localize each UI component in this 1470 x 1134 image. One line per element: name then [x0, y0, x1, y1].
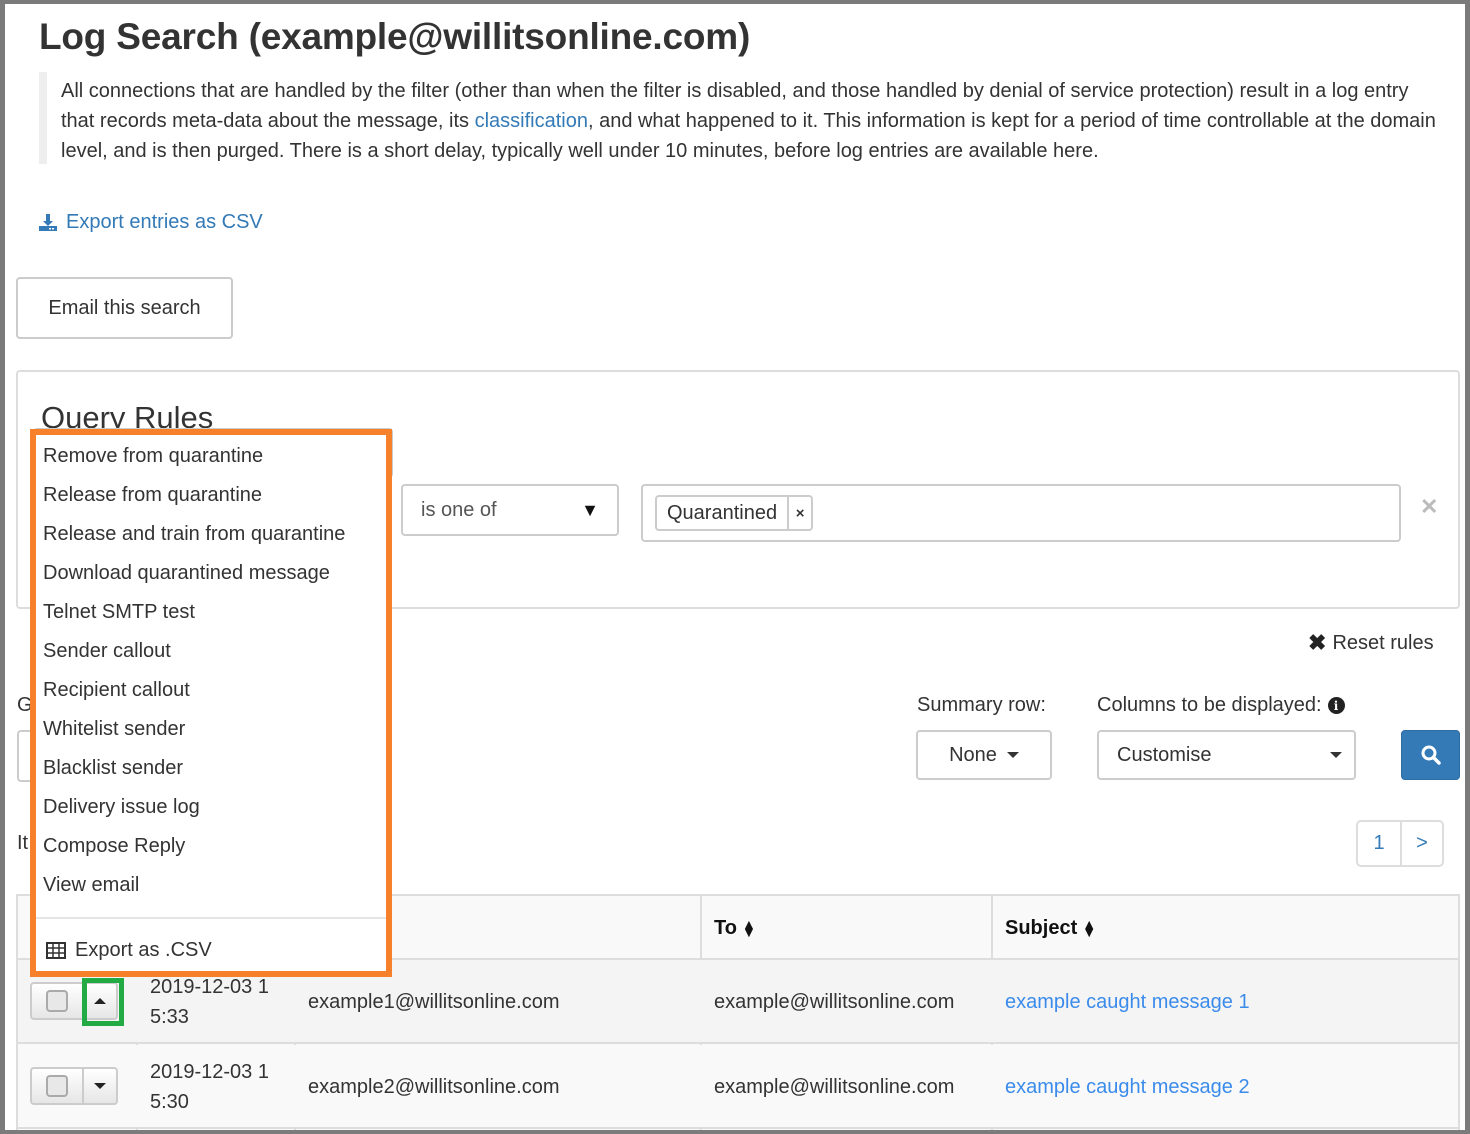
triangle-down-icon: ▼: [581, 499, 599, 520]
rule-operator-select[interactable]: is one of ▼: [401, 484, 619, 536]
cell-subject: example caught message 1: [993, 960, 1250, 1044]
row-action-button-group: [30, 1067, 118, 1105]
checkbox-icon: [46, 990, 68, 1012]
date-line1: 2019-12-03 1: [150, 976, 269, 998]
cell-to: example@willitsonline.com: [714, 1075, 955, 1098]
caret-down-icon: [1006, 752, 1019, 758]
row-actions-menu: Remove from quarantine Release from quar…: [30, 429, 392, 977]
menu-item-release-from-quarantine[interactable]: Release from quarantine: [43, 484, 262, 507]
menu-item-compose-reply[interactable]: Compose Reply: [43, 835, 185, 858]
date-line2: 5:33: [150, 1006, 189, 1028]
columns-dropdown[interactable]: Customise: [1097, 730, 1356, 780]
row-select-checkbox[interactable]: [32, 1069, 84, 1103]
email-this-search-button[interactable]: Email this search: [16, 277, 233, 339]
sort-icon: ▲ ▼: [1082, 916, 1097, 940]
cell-to: example@willitsonline.com: [714, 990, 955, 1013]
cell-subject: example caught message 2: [993, 1045, 1250, 1129]
header-to-label: To: [714, 916, 737, 939]
caret-down-icon: [94, 1083, 106, 1089]
menu-item-release-and-train[interactable]: Release and train from quarantine: [43, 523, 345, 546]
remove-rule-icon[interactable]: ✕: [1420, 494, 1438, 520]
menu-item-download-quarantined[interactable]: Download quarantined message: [43, 562, 330, 585]
cell-from: example2@willitsonline.com: [308, 1075, 560, 1098]
date-line1: 2019-12-03 1: [150, 1061, 269, 1083]
subject-link[interactable]: example caught message 1: [1005, 991, 1250, 1014]
columns-label-wrap: Columns to be displayed: i: [1097, 694, 1345, 717]
menu-item-telnet-smtp-test[interactable]: Telnet SMTP test: [43, 601, 195, 624]
menu-item-remove-from-quarantine[interactable]: Remove from quarantine: [43, 445, 263, 468]
items-label: It: [17, 832, 29, 854]
export-entries-label: Export entries as CSV: [66, 211, 263, 233]
header-to[interactable]: To ▲ ▼: [702, 896, 756, 960]
reset-rules-label: Reset rules: [1332, 631, 1434, 654]
subject-link[interactable]: example caught message 2: [1005, 1076, 1250, 1099]
classification-link[interactable]: classification: [475, 110, 588, 132]
menu-item-whitelist-sender[interactable]: Whitelist sender: [43, 718, 185, 741]
table-icon: [46, 942, 66, 959]
info-icon[interactable]: i: [1327, 697, 1345, 714]
tag-remove-icon[interactable]: ×: [787, 497, 811, 529]
menu-item-view-email[interactable]: View email: [43, 874, 139, 897]
pagination: 1 >: [1356, 820, 1444, 867]
reset-rules-button[interactable]: ✖ Reset rules: [1308, 630, 1434, 656]
header-subject[interactable]: Subject ▲ ▼: [993, 896, 1096, 960]
cell-date: 2019-12-03 1 5:30: [138, 1045, 269, 1129]
toggle-highlight: [82, 978, 124, 1026]
search-button[interactable]: [1401, 730, 1460, 780]
download-icon: [39, 213, 57, 231]
page-title: Log Search (example@willitsonline.com): [39, 16, 751, 57]
tag-label: Quarantined: [667, 501, 778, 524]
operator-value: is one of: [421, 498, 497, 521]
header-subject-label: Subject: [1005, 916, 1078, 939]
tag-quarantined: Quarantined ×: [655, 495, 814, 531]
menu-item-recipient-callout[interactable]: Recipient callout: [43, 679, 190, 702]
columns-label: Columns to be displayed:: [1097, 694, 1322, 716]
columns-value: Customise: [1117, 743, 1212, 766]
summary-row-dropdown[interactable]: None: [916, 730, 1052, 780]
table-row: 2019-12-03 1 5:30 example2@willitsonline.…: [18, 1045, 1458, 1129]
date-line2: 5:30: [150, 1091, 189, 1113]
sort-icon: ▲ ▼: [741, 916, 756, 940]
export-entries-csv-link[interactable]: Export entries as CSV: [38, 211, 263, 234]
menu-item-export-csv[interactable]: Export as .CSV: [46, 939, 212, 962]
caret-down-icon: [1330, 752, 1342, 758]
log-search-page: Log Search (example@willitsonline.com) A…: [5, 4, 1465, 1130]
checkbox-icon: [46, 1075, 68, 1097]
export-csv-label: Export as .CSV: [75, 939, 212, 961]
rule-value-tag-input[interactable]: Quarantined ×: [641, 484, 1401, 542]
summary-row-value: None: [949, 743, 997, 766]
row-select-checkbox[interactable]: [32, 984, 84, 1018]
summary-row-label: Summary row:: [917, 694, 1046, 716]
close-icon: ✖: [1308, 630, 1327, 655]
menu-item-sender-callout[interactable]: Sender callout: [43, 640, 171, 663]
intro-blockquote: All connections that are handled by the …: [39, 72, 1439, 164]
next-page-button[interactable]: >: [1400, 822, 1442, 865]
page-1-button[interactable]: 1: [1358, 822, 1400, 865]
menu-item-blacklist-sender[interactable]: Blacklist sender: [43, 757, 183, 780]
menu-item-delivery-issue-log[interactable]: Delivery issue log: [43, 796, 200, 819]
row-actions-toggle[interactable]: [84, 1069, 116, 1103]
menu-divider: [36, 917, 386, 919]
search-icon: [1421, 745, 1441, 765]
